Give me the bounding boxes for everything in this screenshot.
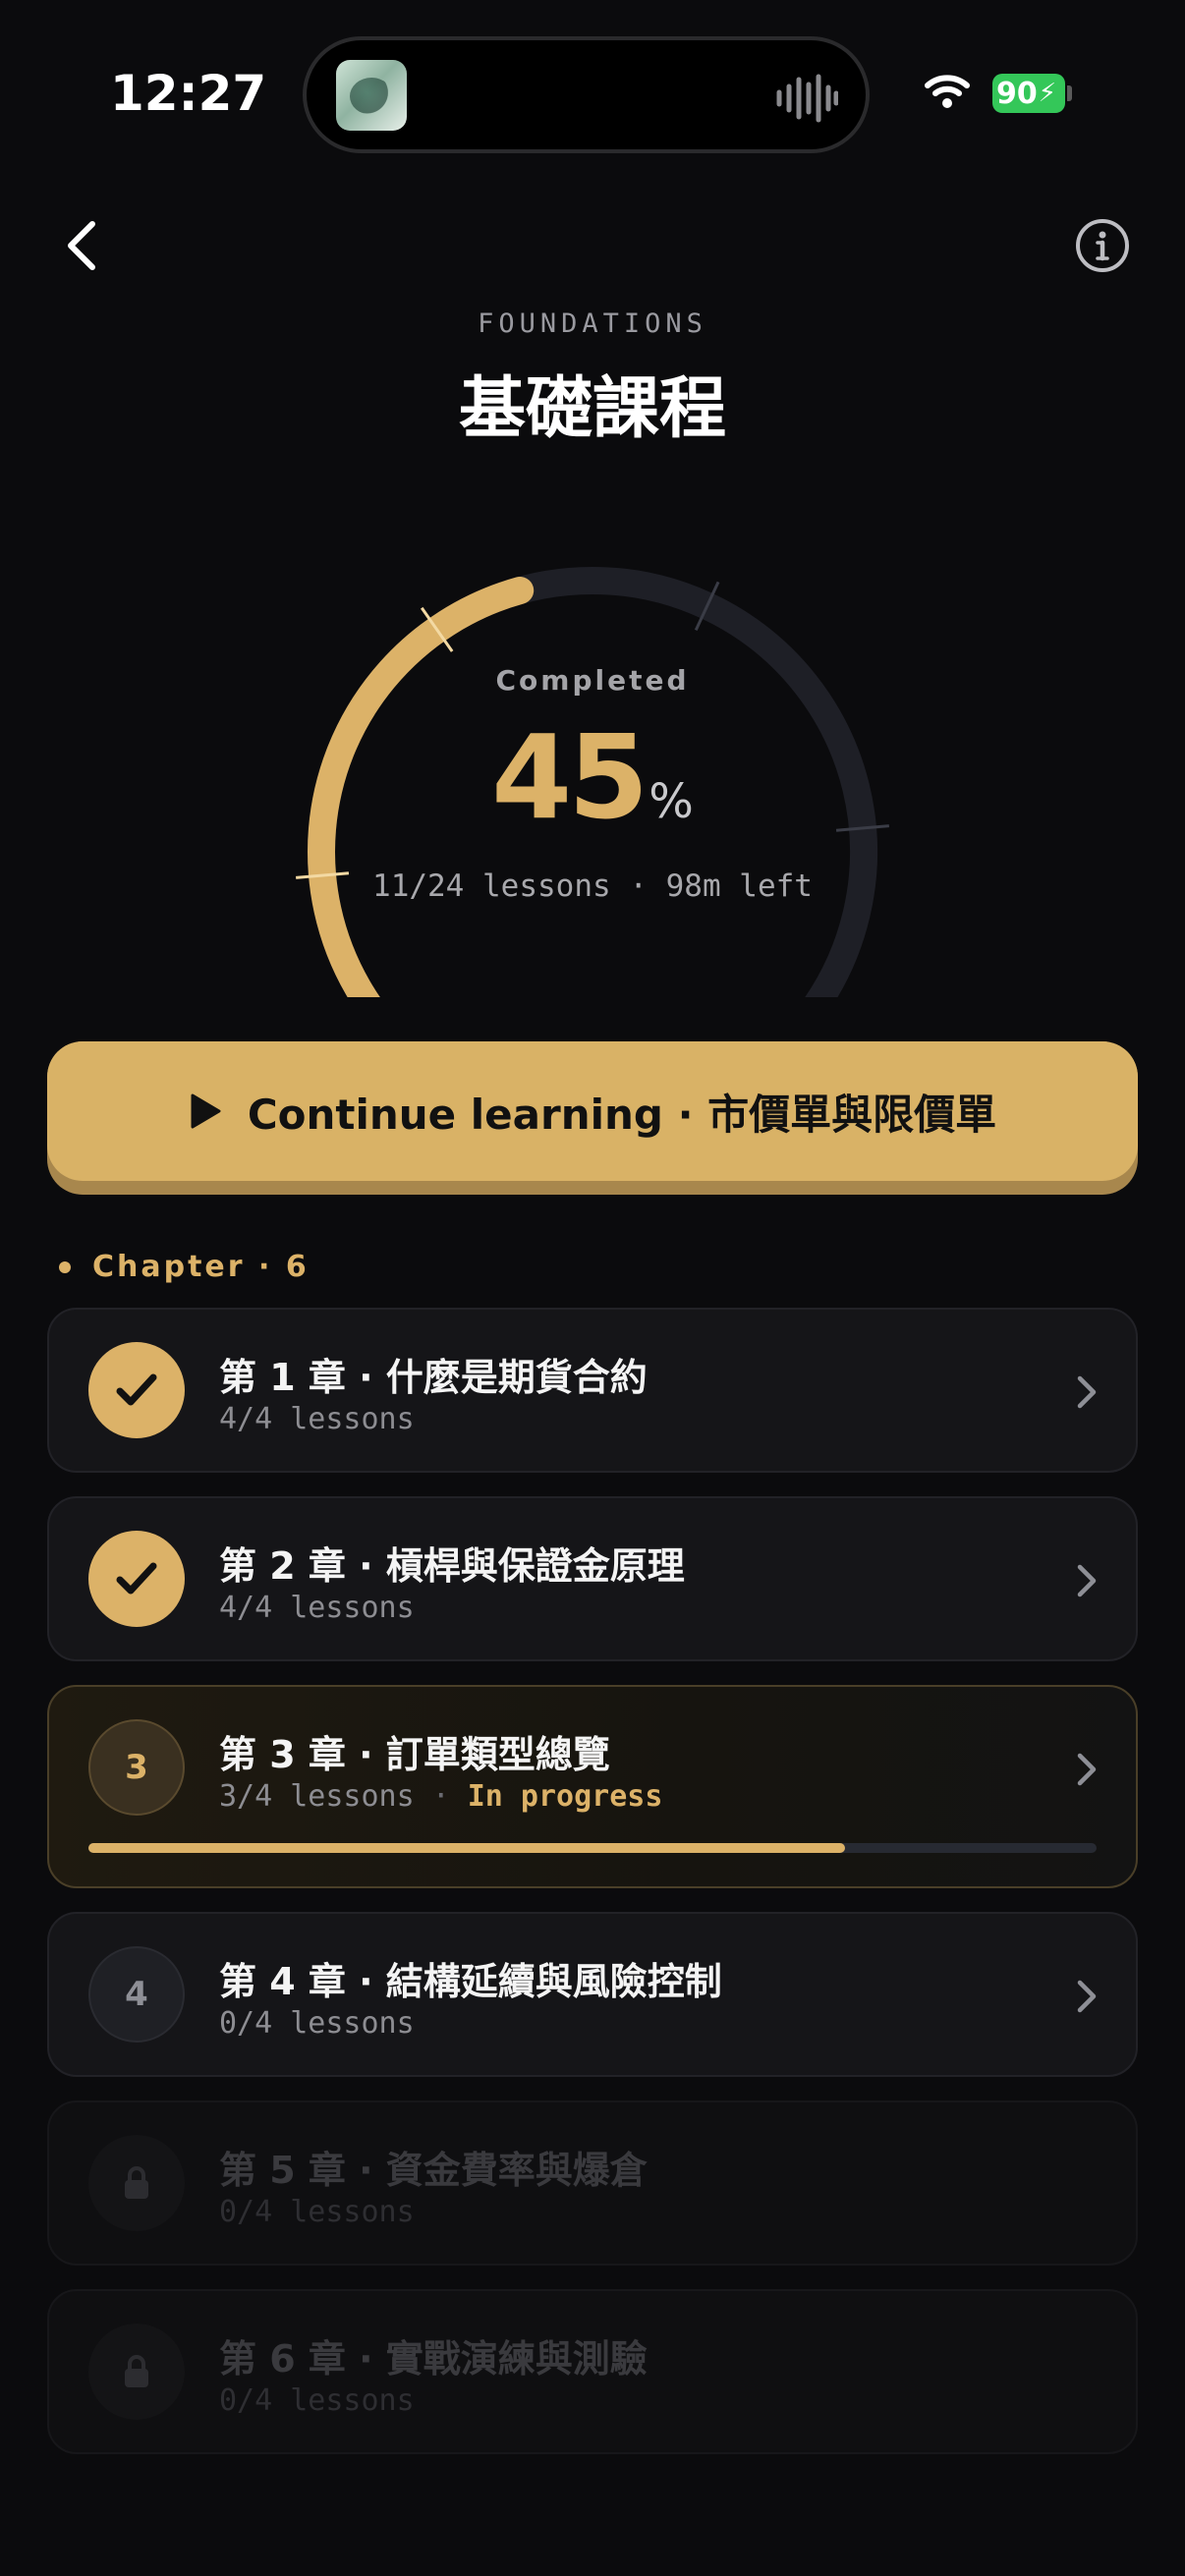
battery-level: 90 [996, 76, 1038, 111]
battery-cap [1067, 85, 1072, 101]
chapter-card-3[interactable]: 3 第 3 章 · 訂單類型總覽 3/4 lessons · In progress [47, 1685, 1138, 1888]
lessons-separator: · [431, 1779, 450, 1814]
continue-learning-button[interactable]: Continue learning · 市價單與限價單 [47, 1041, 1138, 1181]
chapter-title: 第 5 章 · 資金費率與爆倉 [219, 2149, 648, 2192]
chapter-lessons: 0/4 lessons [219, 2383, 415, 2418]
chevron-left-icon[interactable] [55, 216, 114, 275]
chapter-lessons: 3/4 lessons [219, 1779, 415, 1814]
chapter-progress-fill [88, 1843, 845, 1853]
gauge-summary: 11/24 lessons · 98m left [372, 868, 813, 904]
chapter-card-4[interactable]: 4 第 4 章 · 結構延續與風險控制 0/4 lessons [47, 1912, 1138, 2077]
chapter-progress-track [88, 1843, 1097, 1853]
chapter-lessons: 0/4 lessons [219, 2195, 415, 2229]
chevron-right-icon [1077, 1564, 1097, 1597]
chapter-card-1[interactable]: 第 1 章 · 什麼是期貨合約 4/4 lessons [47, 1308, 1138, 1473]
page-title: 基礎課程 [458, 370, 726, 448]
gauge-value: 45% [0, 709, 1185, 845]
battery-charging-icon: ⚡ [1038, 79, 1057, 108]
section-label: Chapter · 6 [59, 1250, 310, 1284]
checkmark-icon [116, 1562, 157, 1595]
continue-button-label: Continue learning · 市價單與限價單 [247, 1090, 997, 1139]
chapter-badge-current: 3 [88, 1719, 185, 1816]
lock-icon [125, 2355, 148, 2387]
chapter-status: In progress [467, 1779, 663, 1814]
info-circle-icon[interactable] [1075, 218, 1130, 273]
gauge-label: Completed [495, 664, 690, 697]
chapter-badge-completed [88, 1342, 185, 1438]
lock-icon [125, 2166, 148, 2199]
chapter-badge-locked [88, 2324, 185, 2420]
section-label-text: Chapter · 6 [92, 1250, 310, 1284]
gauge-percent-sign: % [649, 774, 694, 829]
chapter-title: 第 4 章 · 結構延續與風險控制 [219, 1960, 722, 2003]
chapter-title: 第 1 章 · 什麼是期貨合約 [219, 1356, 648, 1399]
section-dot [59, 1260, 71, 1273]
chapter-title: 第 2 章 · 槓桿與保證金原理 [219, 1544, 685, 1588]
chapter-lessons: 4/4 lessons [219, 1591, 415, 1625]
chapter-lessons-row: 3/4 lessons · In progress [219, 1779, 662, 1814]
chevron-right-icon [1077, 1375, 1097, 1409]
chapter-card-2[interactable]: 第 2 章 · 槓桿與保證金原理 4/4 lessons [47, 1496, 1138, 1661]
chevron-right-icon [1077, 1980, 1097, 2013]
chapter-lessons: 0/4 lessons [219, 2006, 415, 2041]
chapter-title: 第 6 章 · 實戰演練與測驗 [219, 2337, 648, 2380]
continue-button-shadow: Continue learning · 市價單與限價單 [47, 1041, 1138, 1195]
dynamic-island[interactable] [303, 36, 870, 153]
chevron-right-icon [1077, 1753, 1097, 1786]
play-icon [191, 1093, 221, 1129]
chapter-badge-completed [88, 1531, 185, 1627]
status-time: 12:27 [110, 65, 267, 122]
chapter-badge-locked [88, 2135, 185, 2231]
chapter-card-6: 第 6 章 · 實戰演練與測驗 0/4 lessons [47, 2289, 1138, 2454]
checkmark-icon [116, 1373, 157, 1406]
chapter-lessons: 4/4 lessons [219, 1402, 415, 1436]
chapter-badge-number: 4 [88, 1946, 185, 2043]
chapter-title: 第 3 章 · 訂單類型總覽 [219, 1733, 610, 1776]
battery-indicator: 90 ⚡ [992, 74, 1065, 113]
audio-waveform-icon [776, 74, 838, 123]
gauge-percent-number: 45 [491, 709, 649, 845]
chapter-card-5: 第 5 章 · 資金費率與爆倉 0/4 lessons [47, 2100, 1138, 2266]
wifi-icon [925, 75, 970, 108]
app-thumbnail-icon [336, 60, 407, 131]
page-eyebrow: FOUNDATIONS [478, 308, 707, 339]
